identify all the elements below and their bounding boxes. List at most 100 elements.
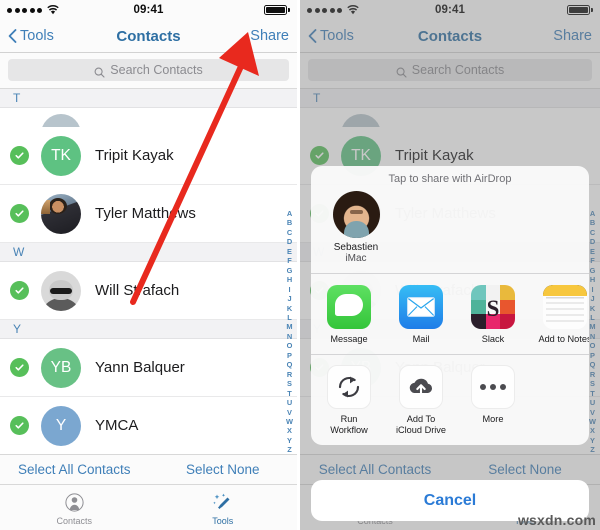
alphabet-index-letter[interactable]: J [287, 294, 291, 303]
airdrop-section: Tap to share with AirDrop Sebastien iMac [311, 166, 589, 273]
airdrop-recipient-device: iMac [345, 253, 367, 264]
avatar-initials: TK [51, 146, 71, 164]
alphabet-index-letter[interactable]: W [286, 417, 293, 426]
table-row[interactable]: Tyler Matthews [0, 185, 297, 243]
alphabet-index-letter[interactable]: T [287, 389, 292, 398]
table-row[interactable]: Will Strafach [0, 262, 297, 320]
alphabet-index-letter[interactable]: K [287, 304, 292, 313]
slack-icon: S [471, 284, 515, 329]
avatar: Y [41, 405, 81, 446]
table-row[interactable]: Y YMCA [0, 397, 297, 455]
icloud-upload-icon [399, 365, 443, 409]
share-action-run-workflow[interactable]: Run Workflow [321, 365, 377, 436]
refresh-arrows-icon [327, 365, 371, 409]
share-action-label: Add To iCloud Drive [393, 414, 449, 436]
search-input[interactable]: Search Contacts [8, 59, 289, 81]
navigation-bar: Tools Contacts Share [0, 20, 297, 53]
share-apps-row[interactable]: Message Mail S Slack Add to Notes [311, 274, 589, 354]
table-row[interactable]: YB Yann Balquer [0, 339, 297, 397]
share-app-message[interactable]: Message [321, 284, 377, 345]
share-app-label: Add to Notes [538, 333, 589, 344]
alphabet-index-letter[interactable]: H [287, 275, 292, 284]
share-action-label: Run Workflow [321, 414, 377, 436]
table-row[interactable]: TK Tripit Kayak [0, 127, 297, 185]
label-line-1: Add To [406, 414, 436, 424]
contact-name: YMCA [95, 417, 139, 434]
label-line-2: Workflow [330, 425, 368, 435]
alphabet-index-letter[interactable]: Q [287, 360, 293, 369]
alphabet-index-letter[interactable]: P [287, 351, 292, 360]
share-app-slack[interactable]: S Slack [465, 284, 521, 345]
contact-name: Yann Balquer [95, 359, 185, 376]
select-none-button[interactable]: Select None [149, 462, 298, 477]
share-action-more[interactable]: More [465, 365, 521, 436]
alphabet-index-letter[interactable]: E [287, 247, 292, 256]
alphabet-index-letter[interactable]: C [287, 228, 292, 237]
alphabet-index-letter[interactable]: X [287, 426, 292, 435]
svg-text:S: S [487, 296, 500, 321]
airdrop-recipient-name: Sebastien [333, 242, 379, 253]
alphabet-index-letter[interactable]: L [287, 313, 292, 322]
alphabet-index-letter[interactable]: I [288, 285, 290, 294]
checkmark-icon[interactable] [10, 146, 29, 165]
checkmark-icon[interactable] [10, 416, 29, 435]
tab-bar: Contacts Tools [0, 485, 297, 530]
checkmark-icon[interactable] [10, 204, 29, 223]
avatar [41, 270, 81, 311]
alphabet-index-letter[interactable]: U [287, 398, 292, 407]
contact-name: Tyler Matthews [95, 205, 196, 222]
mail-envelope-icon [399, 284, 443, 329]
alphabet-index-letter[interactable]: Y [287, 436, 292, 445]
avatar-initials: Y [55, 416, 67, 434]
share-app-label: Message [330, 333, 368, 344]
search-placeholder: Search Contacts [110, 63, 203, 77]
person-icon [0, 490, 149, 515]
tab-contacts[interactable]: Contacts [0, 490, 149, 526]
tab-contacts-label: Contacts [56, 515, 93, 526]
magic-wand-icon [149, 490, 298, 515]
notes-icon [543, 284, 587, 329]
airdrop-recipient[interactable]: Sebastien iMac [319, 191, 393, 264]
label-line-2: iCloud Drive [395, 425, 447, 435]
contact-name: Tripit Kayak [95, 147, 174, 164]
alphabet-index-letter[interactable]: B [287, 218, 292, 227]
select-all-button[interactable]: Select All Contacts [0, 462, 149, 477]
message-bubble-icon [327, 284, 371, 329]
share-app-notes[interactable]: Add to Notes [537, 284, 589, 345]
share-action-label: More [482, 414, 504, 424]
avatar [41, 193, 81, 234]
contact-name: Will Strafach [95, 282, 180, 299]
contact-list[interactable]: T TK Tripit Kayak Tyler Matthews W Will … [0, 89, 297, 513]
phone-screen-after: 09:41 Tools Contacts Share Search Contac… [300, 0, 600, 530]
status-bar: 09:41 [0, 0, 297, 20]
alphabet-index-letter[interactable]: S [287, 379, 292, 388]
ellipsis-icon [471, 365, 515, 409]
checkmark-icon[interactable] [10, 358, 29, 377]
alphabet-index[interactable]: ABCDEFGHIJKLMNOPQRSTUVWXYZ# [284, 209, 295, 464]
alphabet-index-letter[interactable]: G [287, 266, 293, 275]
tab-tools-label: Tools [212, 515, 234, 526]
share-sheet: Tap to share with AirDrop Sebastien iMac… [311, 166, 589, 445]
share-app-mail[interactable]: Mail [393, 284, 449, 345]
share-button[interactable]: Share [250, 28, 289, 44]
alphabet-index-letter[interactable]: D [287, 237, 292, 246]
share-app-label: Mail [412, 333, 430, 344]
alphabet-index-letter[interactable]: A [287, 209, 292, 218]
alphabet-index-letter[interactable]: R [287, 370, 292, 379]
avatar [41, 114, 81, 127]
avatar: TK [41, 135, 81, 176]
share-action-icloud-drive[interactable]: Add To iCloud Drive [393, 365, 449, 436]
checkmark-icon[interactable] [10, 281, 29, 300]
alphabet-index-letter[interactable]: F [287, 256, 292, 265]
section-header-t: T [0, 89, 297, 108]
alphabet-index-letter[interactable]: O [287, 341, 293, 350]
selection-action-bar: Select All Contacts Select None [0, 454, 297, 485]
tab-tools[interactable]: Tools [149, 490, 298, 526]
list-item-partial[interactable] [0, 108, 297, 127]
share-actions-row[interactable]: Run Workflow Add To iCloud Drive More [311, 354, 589, 445]
alphabet-index-letter[interactable]: M [286, 322, 292, 331]
alphabet-index-letter[interactable]: V [287, 408, 292, 417]
search-bar-container: Search Contacts [0, 53, 297, 89]
label-line-1: Run [340, 414, 358, 424]
alphabet-index-letter[interactable]: N [287, 332, 292, 341]
